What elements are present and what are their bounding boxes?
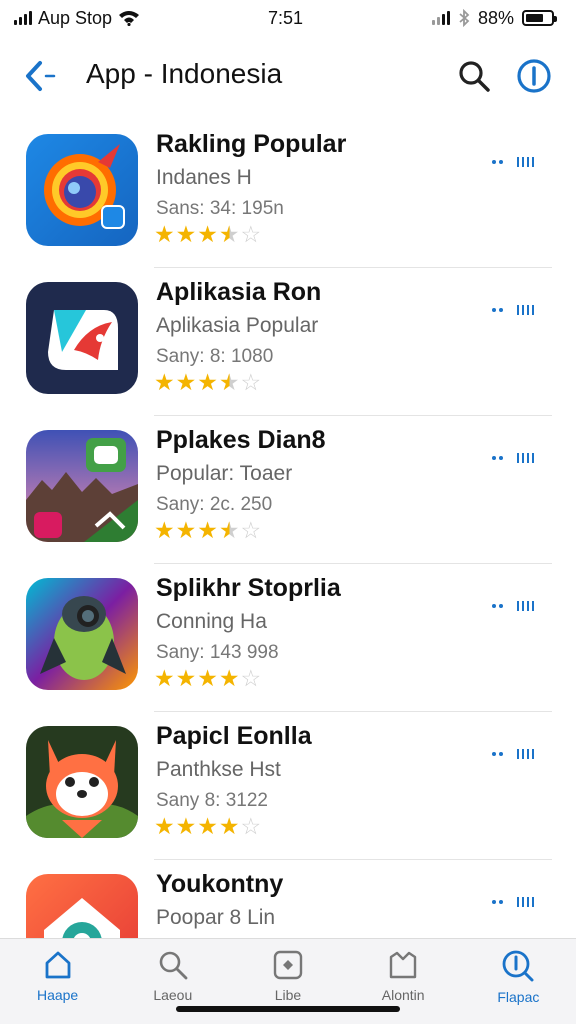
app-list: Rakling Popular Indanes H Sans: 34: 195n…: [0, 120, 576, 1008]
star-icon: ★: [218, 517, 240, 543]
tab-label: Flapac: [497, 989, 540, 1005]
star-icon: ☆: [240, 813, 262, 839]
star-icon: ★: [175, 665, 197, 691]
star-icon: ★: [175, 369, 197, 395]
status-bar: Aup Stop 7:51 88%: [0, 0, 576, 36]
tab-library[interactable]: Alontin: [353, 949, 453, 1024]
app-row[interactable]: Splikhr Stoprlia Conning Ha Sany: 143 99…: [0, 564, 576, 712]
star-icon: ★: [197, 517, 218, 543]
more-options-button[interactable]: [492, 596, 552, 616]
app-name: Splikhr Stoprlia: [156, 574, 341, 602]
app-name: Papicl Eonlla: [156, 722, 312, 750]
app-subtitle: Aplikasia Popular: [156, 314, 319, 337]
app-name: Aplikasia Ron: [156, 278, 322, 306]
app-meta: Sany: 2c. 250: [156, 494, 273, 515]
home-indicator: [176, 1006, 400, 1012]
app-subtitle: Indanes H: [156, 166, 252, 189]
rating-stars: ★ ★ ★ ★ ☆: [154, 814, 261, 838]
app-meta: Sans: 34: 195n: [156, 198, 284, 219]
star-icon: ★: [197, 813, 218, 839]
app-icon-city[interactable]: [26, 430, 138, 542]
app-icon-fox[interactable]: [26, 726, 138, 838]
app-row[interactable]: Papicl Eonlla Panthkse Hst Sany 8: 3122 …: [0, 712, 576, 860]
star-icon: ★: [154, 665, 175, 691]
star-icon: ★: [154, 813, 175, 839]
star-icon: ☆: [240, 517, 262, 543]
star-icon: ★: [197, 665, 218, 691]
star-icon: ★: [154, 221, 175, 247]
tab-label: Haape: [36, 987, 79, 1003]
info-icon: [517, 59, 551, 93]
app-meta: Sany: 143 998: [156, 642, 279, 663]
battery-percent: 88%: [477, 7, 514, 28]
wifi-icon: [119, 11, 140, 26]
status-time: 7:51: [268, 8, 304, 28]
info-button[interactable]: [512, 54, 556, 98]
carrier-label: Aup Stop: [38, 7, 113, 28]
home-icon: [45, 951, 70, 979]
app-meta: Sany 8: 3122: [156, 790, 268, 811]
rating-stars: ★ ★ ★ ★ ☆: [154, 370, 261, 394]
star-icon: ★: [197, 221, 218, 247]
app-icon-bird[interactable]: [26, 578, 138, 690]
apps-icon: [273, 950, 303, 980]
app-icon-browser[interactable]: [26, 134, 138, 246]
back-button[interactable]: [18, 54, 62, 98]
star-icon: ★: [197, 369, 218, 395]
star-icon: ★: [154, 369, 175, 395]
book-icon: [389, 951, 417, 979]
star-icon: ★: [175, 813, 197, 839]
app-meta: Sany: 8: 1080: [156, 346, 274, 367]
tab-search[interactable]: Laeou: [123, 949, 223, 1024]
search-button[interactable]: [452, 54, 496, 98]
app-subtitle: Panthkse Hst: [156, 758, 281, 781]
star-icon: ☆: [240, 369, 262, 395]
search-circle-icon: [502, 950, 534, 982]
app-name: Youkontny: [156, 870, 284, 898]
rating-stars: ★ ★ ★ ★ ☆: [154, 666, 261, 690]
rating-stars: ★ ★ ★ ★ ☆: [154, 222, 261, 246]
star-icon: ★: [218, 665, 240, 691]
app-subtitle: Popular: Toaer: [156, 462, 293, 485]
search-icon: [459, 61, 490, 92]
star-icon: ★: [175, 517, 197, 543]
tab-label: Libe: [274, 987, 302, 1003]
star-icon: ☆: [240, 221, 262, 247]
more-options-button[interactable]: [492, 300, 552, 320]
star-icon: ★: [218, 369, 240, 395]
star-icon: ★: [154, 517, 175, 543]
tab-explore[interactable]: Flapac: [468, 949, 568, 1024]
tab-label: Alontin: [381, 987, 425, 1003]
app-subtitle: Conning Ha: [156, 610, 267, 633]
tab-label: Laeou: [153, 987, 193, 1003]
nav-bar: App - Indonesia: [0, 44, 576, 108]
star-icon: ☆: [240, 665, 262, 691]
app-row[interactable]: Rakling Popular Indanes H Sans: 34: 195n…: [0, 120, 576, 268]
bluetooth-icon: [459, 9, 470, 27]
rating-stars: ★ ★ ★ ★ ☆: [154, 518, 261, 542]
more-options-button[interactable]: [492, 448, 552, 468]
more-options-button[interactable]: [492, 892, 552, 912]
search-icon: [159, 951, 188, 980]
star-icon: ★: [175, 221, 197, 247]
app-name: Pplakes Dian8: [156, 426, 326, 454]
star-icon: ★: [218, 813, 240, 839]
status-left: Aup Stop: [14, 8, 140, 29]
page-title: App - Indonesia: [86, 58, 283, 89]
battery-icon: [522, 10, 557, 26]
app-row[interactable]: Aplikasia Ron Aplikasia Popular Sany: 8:…: [0, 268, 576, 416]
back-chevron-icon: [26, 61, 56, 91]
more-options-button[interactable]: [492, 152, 552, 172]
app-name: Rakling Popular: [156, 130, 347, 158]
tab-apps[interactable]: Libe: [238, 949, 338, 1024]
app-row[interactable]: Pplakes Dian8 Popular: Toaer Sany: 2c. 2…: [0, 416, 576, 564]
more-options-button[interactable]: [492, 744, 552, 764]
app-subtitle: Poopar 8 Lin: [156, 906, 276, 929]
tab-home[interactable]: Haape: [8, 949, 108, 1024]
status-right: 88%: [431, 7, 557, 29]
app-icon-chat[interactable]: [26, 282, 138, 394]
cell-signal-icon: [14, 11, 32, 25]
star-icon: ★: [218, 221, 240, 247]
cell-signal-secondary-icon: [431, 11, 450, 25]
